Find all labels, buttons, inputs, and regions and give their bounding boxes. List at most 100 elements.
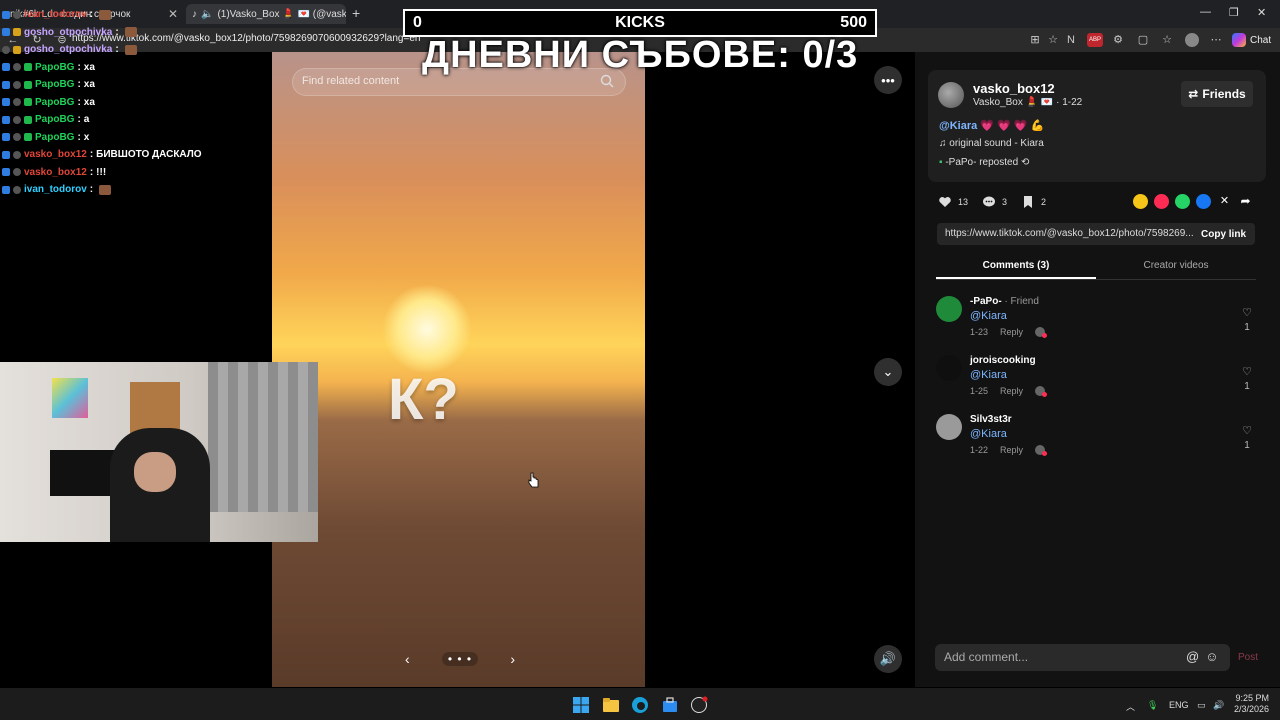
chat-username[interactable]: PapoBG (35, 62, 74, 73)
commenter-name-row[interactable]: joroiscooking (970, 355, 1036, 366)
whatsapp-icon[interactable] (1175, 194, 1190, 209)
save-button[interactable]: 2 (1021, 195, 1046, 209)
x-twitter-icon[interactable]: ✕ (1217, 194, 1232, 209)
profile-avatar[interactable] (1185, 33, 1199, 47)
new-tab-button[interactable]: + (352, 5, 360, 21)
chat-label: Chat (1250, 34, 1272, 46)
edge-browser-icon[interactable] (631, 696, 649, 714)
reader-icon[interactable]: N (1064, 33, 1078, 47)
green-badge-icon (24, 98, 32, 107)
favorite-star-icon[interactable]: ☆ (1046, 33, 1060, 47)
adblock-icon[interactable]: ABP (1087, 33, 1103, 47)
save-count: 2 (1041, 197, 1047, 207)
language-indicator[interactable]: ENG (1169, 700, 1189, 710)
file-explorer-icon[interactable] (602, 696, 620, 714)
chat-emote-icon (124, 27, 137, 38)
commenter-name-row[interactable]: Silv3st3r (970, 414, 1012, 425)
comment-like-icon[interactable]: ♡ (1240, 424, 1254, 437)
more-options-button[interactable]: ••• (874, 66, 902, 94)
windows-start-icon[interactable] (572, 696, 590, 714)
caption-mention[interactable]: @Kiara (939, 120, 977, 132)
sub-badge-icon (13, 133, 21, 142)
next-video-button[interactable]: ⌄ (874, 358, 902, 386)
embed-icon[interactable] (1133, 194, 1148, 209)
extensions-icon[interactable]: ⚙ (1111, 33, 1125, 47)
share-icons: ✕ ➦ (1133, 194, 1253, 209)
comment-like-icon[interactable]: ♡ (1240, 306, 1254, 319)
chat-username[interactable]: gosho_otpochivka (24, 27, 112, 38)
share-arrow-icon[interactable]: ➦ (1238, 194, 1253, 209)
close-window-icon[interactable]: ✕ (1257, 6, 1266, 19)
comment-text[interactable]: @Kiara (970, 310, 1007, 322)
screen: nik#6l: Ldo с един свирчок ✕ ♪ 🔈 (1)Vask… (0, 0, 1280, 720)
sub-badge-icon (13, 115, 21, 124)
reply-button[interactable]: Reply (1000, 386, 1023, 396)
sub-badge-icon (13, 80, 21, 89)
facebook-icon[interactable] (1196, 194, 1211, 209)
reply-button[interactable]: Reply (1000, 445, 1023, 455)
tab-comments[interactable]: Comments (3) (936, 256, 1096, 279)
chat-username[interactable]: vasko_box12 (24, 167, 87, 178)
send-to-friends-icon[interactable] (1154, 194, 1169, 209)
prev-photo-button[interactable]: ‹ (405, 651, 410, 667)
network-icon[interactable]: ▭ (1197, 700, 1206, 711)
mention-at-icon[interactable]: @ (1186, 649, 1199, 664)
chat-username[interactable]: PapoBG (35, 79, 74, 90)
comment-like-count: 1 (1244, 381, 1250, 392)
sub-badge-icon (13, 63, 21, 72)
volume-tray-icon[interactable]: 🔊 (1213, 700, 1224, 711)
chat-message: gosho_otpochivka: (0, 24, 272, 42)
apps-icon[interactable]: ⊞ (1028, 33, 1042, 47)
chat-username[interactable]: ivan_todorov (24, 184, 87, 195)
copilot-chat-button[interactable]: Chat (1232, 32, 1271, 48)
obs-icon[interactable] (690, 696, 708, 714)
chat-username[interactable]: PapoBG (35, 114, 74, 125)
repost-row: ▪ -PaPo- reposted ⟲ (939, 157, 1029, 168)
chat-username[interactable]: gosho_otpochivka (24, 44, 112, 55)
next-photo-button[interactable]: › (510, 651, 515, 667)
commenter-avatar[interactable] (936, 355, 962, 381)
commenter-avatar[interactable] (936, 296, 962, 322)
commenter-name-row[interactable]: -PaPo- · Friend (970, 296, 1039, 307)
sub-badge-icon (13, 150, 21, 159)
sound-row[interactable]: ♫ original sound - Kiara (939, 138, 1044, 149)
kick-badge-icon (2, 63, 10, 72)
commenter-avatar[interactable] (936, 414, 962, 440)
split-screen-icon[interactable]: ▢ (1136, 33, 1150, 47)
author-avatar[interactable] (938, 82, 964, 108)
kicks-right-value: 500 (840, 14, 867, 31)
copilot-icon (1232, 33, 1246, 47)
author-username[interactable]: vasko_box12 (973, 81, 1055, 96)
comment-like-icon[interactable]: ♡ (1240, 365, 1254, 378)
store-icon[interactable] (661, 696, 679, 714)
copy-link-button[interactable]: Copy link (1201, 229, 1246, 240)
minimize-icon[interactable]: — (1200, 6, 1211, 18)
comment-text[interactable]: @Kiara (970, 428, 1007, 440)
chat-message: vasko_box12: БИВШОТО ДАСКАЛО (0, 146, 272, 164)
friends-button[interactable]: ⇄ Friends (1181, 81, 1253, 107)
comment-text[interactable]: @Kiara (970, 369, 1007, 381)
favorites-icon[interactable]: ☆ (1160, 33, 1174, 47)
post-comment-button[interactable]: Post (1238, 652, 1258, 663)
tray-expand-icon[interactable]: ︿ (1126, 700, 1135, 713)
emoji-icon[interactable]: ☺ (1205, 649, 1218, 664)
comment-date: 1-23 (970, 327, 989, 337)
sub-badge-icon (13, 168, 21, 177)
chat-username[interactable]: ivan_todorov (24, 9, 87, 20)
system-clock[interactable]: 9:25 PM 2/3/2026 (1234, 693, 1269, 715)
maximize-icon[interactable]: ❐ (1229, 6, 1239, 19)
like-button[interactable]: 13 (938, 195, 968, 209)
comment-button[interactable]: 3 (982, 195, 1007, 209)
chat-message: ivan_todorov: (0, 181, 272, 199)
kick-badge-icon (2, 150, 10, 159)
kicks-title: KICKS (615, 14, 665, 31)
chat-username[interactable]: PapoBG (35, 132, 74, 143)
reply-button[interactable]: Reply (1000, 327, 1023, 337)
volume-button[interactable]: 🔊 (874, 645, 902, 673)
more-menu-icon[interactable]: ⋯ (1209, 33, 1223, 47)
tab-creator-videos[interactable]: Creator videos (1096, 256, 1256, 279)
chat-username[interactable]: PapoBG (35, 97, 74, 108)
caption-emojis: 💗 💗 💗 💪 (980, 120, 1045, 132)
microphone-icon[interactable]: 🎙 (1147, 700, 1158, 711)
chat-username[interactable]: vasko_box12 (24, 149, 87, 160)
